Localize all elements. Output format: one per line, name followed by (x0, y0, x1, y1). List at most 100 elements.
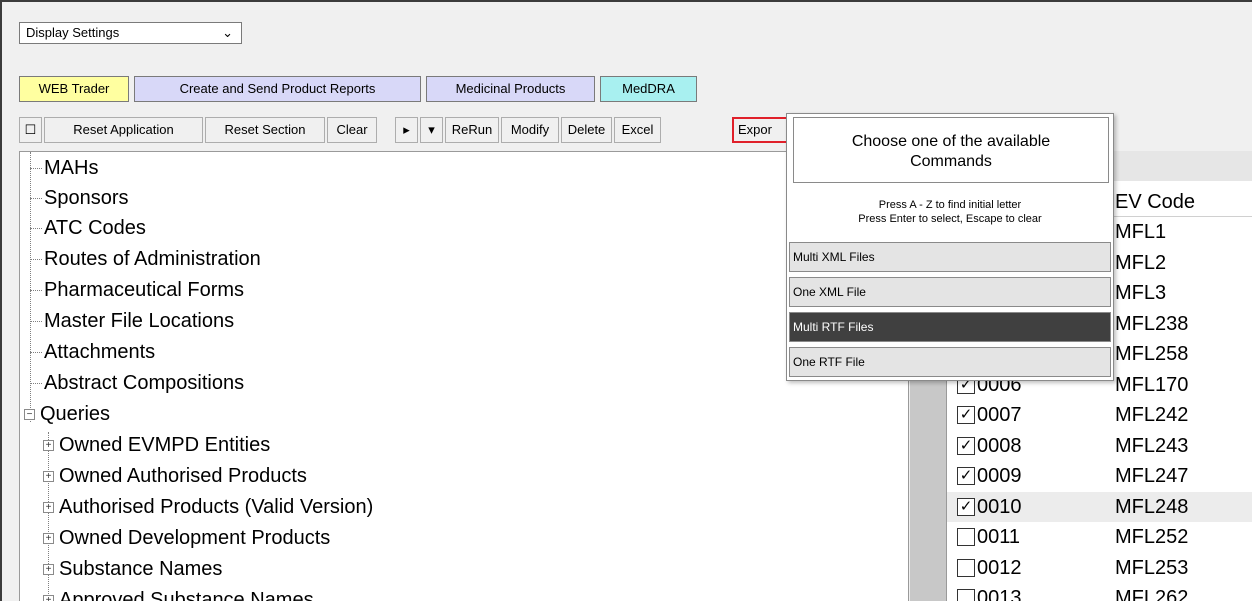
row-checkbox[interactable] (957, 528, 975, 546)
tree-item-pharmaceutical-forms[interactable]: Pharmaceutical Forms (30, 275, 244, 305)
tree-item-label: Owned Authorised Products (59, 465, 307, 487)
tree-item-label: Owned EVMPD Entities (59, 434, 271, 456)
expand-icon[interactable]: + (43, 471, 54, 482)
row-checkbox[interactable]: ✓ (957, 497, 975, 516)
square-icon: ☐ (24, 122, 37, 137)
tree-item-approved-substance-names[interactable]: + Approved Substance Names (43, 585, 314, 601)
expand-icon[interactable]: + (43, 502, 54, 513)
tab-web-trader[interactable]: WEB Trader (19, 76, 129, 102)
tab-meddra[interactable]: MedDRA (600, 76, 697, 102)
tree-item-owned-evmpd-entities[interactable]: + Owned EVMPD Entities (43, 430, 270, 460)
row-number: 0009 (977, 465, 1022, 487)
tab-create-send-product-reports[interactable]: Create and Send Product Reports (134, 76, 421, 102)
reset-application-button[interactable]: Reset Application (44, 117, 203, 143)
option-multi-rtf-files[interactable]: Multi RTF Files (789, 312, 1111, 342)
tree-item-sponsors[interactable]: Sponsors (30, 183, 129, 213)
table-row[interactable]: 0013 MFL262 (947, 583, 1252, 601)
toggle-panel-button[interactable]: ☐ (19, 117, 42, 143)
tree-item-label: Pharmaceutical Forms (44, 279, 245, 301)
expand-icon[interactable]: + (43, 595, 54, 601)
excel-button[interactable]: Excel (614, 117, 661, 143)
row-checkbox[interactable] (957, 558, 975, 577)
tree-item-label: Master File Locations (44, 310, 235, 332)
tree-item-label: Sponsors (44, 187, 129, 209)
tree-item-mahs[interactable]: MAHs (30, 153, 98, 183)
tab-label: Medicinal Products (455, 81, 566, 96)
tree-item-abstract-compositions[interactable]: Abstract Compositions (30, 368, 244, 398)
export-button[interactable]: Expor (732, 117, 792, 143)
button-label: Reset Section (224, 122, 306, 137)
option-label: Multi XML Files (793, 250, 875, 264)
popup-hint: Press A - Z to find initial letter Press… (787, 198, 1113, 226)
tree-item-owned-development-products[interactable]: + Owned Development Products (43, 523, 330, 553)
expand-icon[interactable]: + (43, 564, 54, 575)
option-label: One XML File (793, 285, 866, 299)
clear-button[interactable]: Clear (327, 117, 377, 143)
row-checkbox[interactable]: ✓ (957, 406, 975, 424)
tree-item-substance-names[interactable]: + Substance Names (43, 554, 222, 584)
expand-icon[interactable]: + (43, 533, 54, 544)
tree-item-master-file-locations[interactable]: Master File Locations (30, 306, 234, 336)
tree-item-label: Attachments (44, 341, 156, 363)
button-label: Clear (336, 122, 368, 137)
tree-item-label: Substance Names (59, 558, 223, 580)
rerun-button[interactable]: ReRun (445, 117, 499, 143)
row-number: 0007 (977, 404, 1022, 426)
row-checkbox[interactable]: ✓ (957, 436, 975, 455)
table-row[interactable]: 0012 MFL253 (947, 553, 1252, 583)
table-row[interactable]: 0011 MFL252 (947, 522, 1252, 552)
collapse-icon[interactable]: − (24, 409, 35, 420)
display-settings-select[interactable]: Display Settings ⌄ (19, 22, 242, 44)
popup-title-line: Commands (910, 153, 992, 170)
button-label: Delete (567, 122, 606, 137)
expand-icon[interactable]: + (43, 440, 54, 451)
tab-label: WEB Trader (38, 81, 110, 96)
row-checkbox[interactable]: ✓ (957, 467, 975, 485)
row-ev-code: MFL1 (1115, 221, 1167, 243)
play-button[interactable]: ▸ (395, 117, 418, 143)
option-label: One RTF File (793, 355, 865, 369)
row-ev-code: MFL262 (1115, 587, 1189, 601)
row-ev-code: MFL253 (1115, 556, 1189, 579)
tree-item-label: Approved Substance Names (59, 589, 314, 601)
row-ev-code: MFL242 (1115, 404, 1189, 426)
tree-item-label: Queries (40, 403, 111, 425)
row-number: 0008 (977, 434, 1022, 457)
row-ev-code: MFL238 (1115, 312, 1189, 335)
tab-label: Create and Send Product Reports (179, 81, 376, 96)
modify-button[interactable]: Modify (501, 117, 559, 143)
button-label: Reset Application (73, 122, 174, 137)
more-dropdown-button[interactable]: ▾ (420, 117, 443, 143)
reset-section-button[interactable]: Reset Section (205, 117, 325, 143)
tree-item-owned-authorised-products[interactable]: + Owned Authorised Products (43, 461, 307, 491)
play-icon: ▸ (403, 122, 410, 137)
table-row[interactable]: ✓ 0010 MFL248 (947, 491, 1252, 522)
tree-item-label: Routes of Administration (44, 248, 261, 270)
row-ev-code: MFL243 (1115, 434, 1189, 457)
tab-medicinal-products[interactable]: Medicinal Products (426, 76, 595, 102)
option-one-xml-file[interactable]: One XML File (789, 277, 1111, 307)
caret-down-icon: ▾ (428, 122, 435, 137)
tree-item-routes-of-administration[interactable]: Routes of Administration (30, 244, 261, 274)
tree-item-label: Authorised Products (Valid Version) (59, 496, 374, 518)
row-number: 0011 (977, 526, 1021, 548)
row-checkbox[interactable] (957, 589, 975, 601)
tree-item-queries[interactable]: − Queries (24, 399, 110, 429)
tree-item-label: Abstract Compositions (44, 372, 245, 394)
column-header-ev-code[interactable]: EV Code (1115, 187, 1195, 217)
row-ev-code: MFL258 (1115, 343, 1189, 365)
tree-item-attachments[interactable]: Attachments (30, 337, 155, 367)
popup-title-line: Choose one of the available (851, 133, 1051, 150)
option-one-rtf-file[interactable]: One RTF File (789, 347, 1111, 377)
display-settings-value: Display Settings (26, 25, 120, 40)
delete-button[interactable]: Delete (561, 117, 612, 143)
tree-item-atc-codes[interactable]: ATC Codes (30, 213, 146, 243)
option-multi-xml-files[interactable]: Multi XML Files (789, 242, 1111, 272)
tree-item-authorised-products-valid-version[interactable]: + Authorised Products (Valid Version) (43, 492, 373, 522)
row-number: 0010 (977, 495, 1022, 518)
row-number: 0012 (977, 556, 1022, 579)
table-row[interactable]: ✓ 0009 MFL247 (947, 461, 1252, 491)
table-row[interactable]: ✓ 0008 MFL243 (947, 431, 1252, 461)
popup-hint-line: Press A - Z to find initial letter (878, 199, 1022, 211)
table-row[interactable]: ✓ 0007 MFL242 (947, 400, 1252, 430)
